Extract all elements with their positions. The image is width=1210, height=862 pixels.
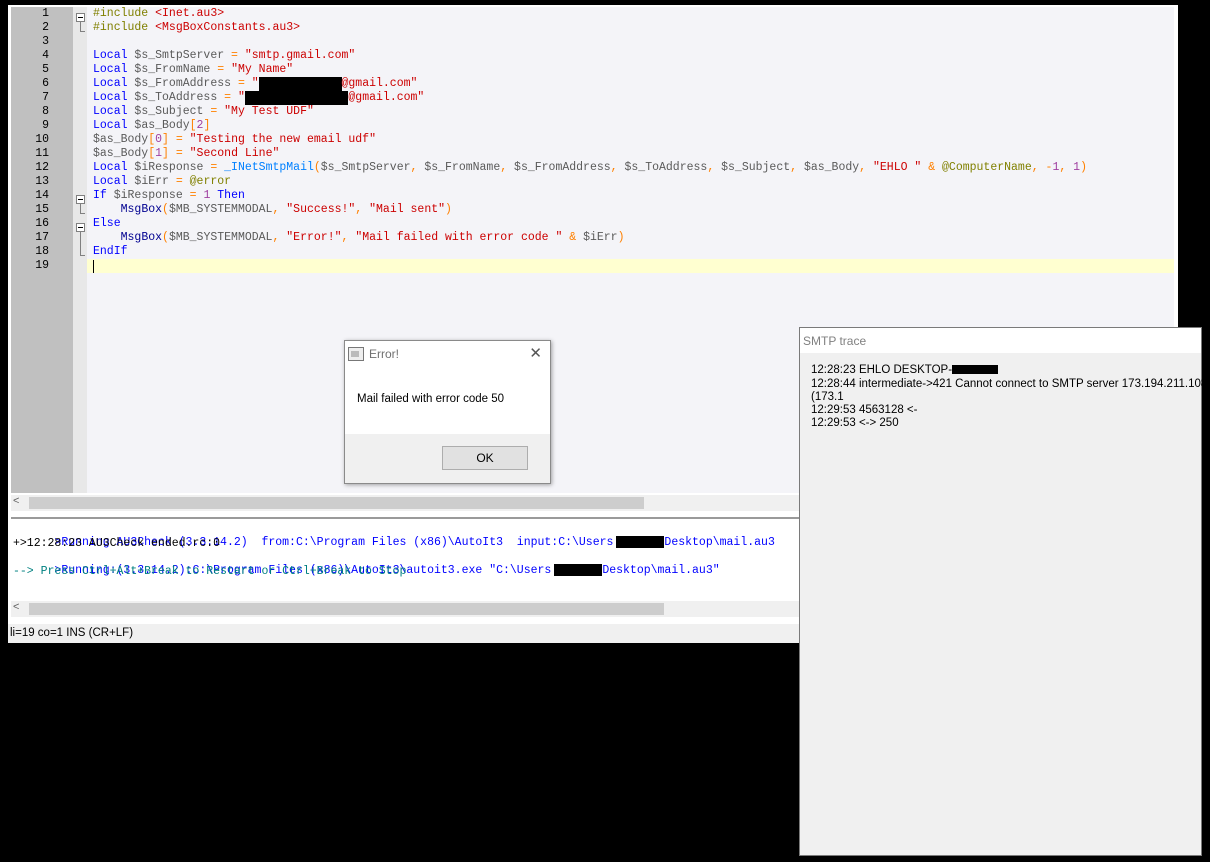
smtp-trace-window: SMTP trace 12:28:23 EHLO DESKTOP- 12:28:… bbox=[799, 327, 1202, 856]
status-bar: li=19 co=1 INS (CR+LF) bbox=[8, 624, 810, 643]
line-number: 18 bbox=[11, 245, 49, 258]
app-icon bbox=[348, 347, 364, 361]
line-number: 13 bbox=[11, 175, 49, 188]
line-number: 10 bbox=[11, 133, 49, 146]
trace-line: 12:29:53 <-> 250 bbox=[811, 417, 899, 429]
code-line: Else bbox=[93, 217, 121, 231]
scroll-left-arrow-icon[interactable]: < bbox=[13, 601, 19, 613]
code-line: Local $iResponse = _INetSmtpMail($s_Smtp… bbox=[93, 161, 1087, 175]
line-number: 9 bbox=[11, 119, 49, 132]
redacted-hostname bbox=[952, 365, 998, 374]
code-line: EndIf bbox=[93, 245, 128, 259]
dialog-title: Error! bbox=[369, 347, 399, 361]
code-line: $as_Body[1] = "Second Line" bbox=[93, 147, 279, 161]
ok-button[interactable]: OK bbox=[442, 446, 528, 470]
fold-line bbox=[80, 21, 81, 31]
fold-line bbox=[80, 203, 81, 213]
line-number: 14 bbox=[11, 189, 49, 202]
line-number-gutter: 12345678910111213141516171819 bbox=[11, 7, 73, 493]
line-number: 5 bbox=[11, 63, 49, 76]
code-line: MsgBox($MB_SYSTEMMODAL, "Error!", "Mail … bbox=[93, 231, 625, 245]
code-line: If $iResponse = 1 Then bbox=[93, 189, 245, 203]
code-line: Local $iErr = @error bbox=[93, 175, 231, 189]
scrollbar-thumb[interactable] bbox=[29, 603, 664, 615]
output-line: --> Press Ctrl+Alt+Break to Restart or C… bbox=[13, 565, 406, 578]
close-icon[interactable]: ✕ bbox=[529, 344, 542, 362]
code-line: Local $as_Body[2] bbox=[93, 119, 210, 133]
output-line: +>12:28:23 AU3Check ended.rc:0 bbox=[13, 537, 220, 550]
line-number: 19 bbox=[11, 259, 49, 272]
trace-line: 12:28:23 EHLO DESKTOP- bbox=[811, 364, 998, 376]
code-line: Local $s_ToAddress = "xxxxxxxxxxxxxxx@gm… bbox=[93, 91, 424, 105]
scroll-left-arrow-icon[interactable]: < bbox=[13, 495, 19, 507]
code-line: MsgBox($MB_SYSTEMMODAL, "Success!", "Mai… bbox=[93, 203, 452, 217]
code-line: #include <MsgBoxConstants.au3> bbox=[93, 21, 300, 35]
line-number: 16 bbox=[11, 217, 49, 230]
current-line-highlight bbox=[87, 259, 1174, 273]
fold-margin bbox=[73, 7, 87, 493]
fold-line bbox=[80, 231, 81, 255]
redacted-username bbox=[554, 564, 602, 576]
trace-title: SMTP trace bbox=[803, 334, 866, 348]
line-number: 7 bbox=[11, 91, 49, 104]
line-number: 15 bbox=[11, 203, 49, 216]
trace-line: (173.1 bbox=[811, 391, 844, 403]
line-number: 2 bbox=[11, 21, 49, 34]
line-number: 17 bbox=[11, 231, 49, 244]
scrollbar-thumb[interactable] bbox=[29, 497, 644, 509]
code-line: Local $s_FromAddress = "xxxxxxxxxxxx@gma… bbox=[93, 77, 417, 91]
code-line: Local $s_SmtpServer = "smtp.gmail.com" bbox=[93, 49, 355, 63]
code-line: #include <Inet.au3> bbox=[93, 7, 224, 21]
text-caret bbox=[93, 260, 94, 273]
dialog-message: Mail failed with error code 50 bbox=[357, 393, 504, 405]
code-line: Local $s_Subject = "My Test UDF" bbox=[93, 105, 314, 119]
line-number: 4 bbox=[11, 49, 49, 62]
dialog-footer: OK bbox=[345, 434, 550, 483]
fold-end bbox=[80, 213, 85, 214]
trace-titlebar[interactable]: SMTP trace bbox=[800, 328, 1201, 353]
trace-line: 12:28:44 intermediate->421 Cannot connec… bbox=[811, 378, 1207, 390]
line-number: 3 bbox=[11, 35, 49, 48]
fold-end bbox=[80, 31, 85, 32]
fold-end bbox=[80, 255, 85, 256]
error-dialog: Error! ✕ Mail failed with error code 50 … bbox=[344, 340, 551, 484]
line-number: 6 bbox=[11, 77, 49, 90]
code-line: Local $s_FromName = "My Name" bbox=[93, 63, 293, 77]
code-line: $as_Body[0] = "Testing the new email udf… bbox=[93, 133, 376, 147]
line-number: 12 bbox=[11, 161, 49, 174]
redacted-username bbox=[616, 536, 664, 548]
line-number: 11 bbox=[11, 147, 49, 160]
trace-line: 12:29:53 4563128 <- bbox=[811, 404, 917, 416]
line-number: 1 bbox=[11, 7, 49, 20]
line-number: 8 bbox=[11, 105, 49, 118]
